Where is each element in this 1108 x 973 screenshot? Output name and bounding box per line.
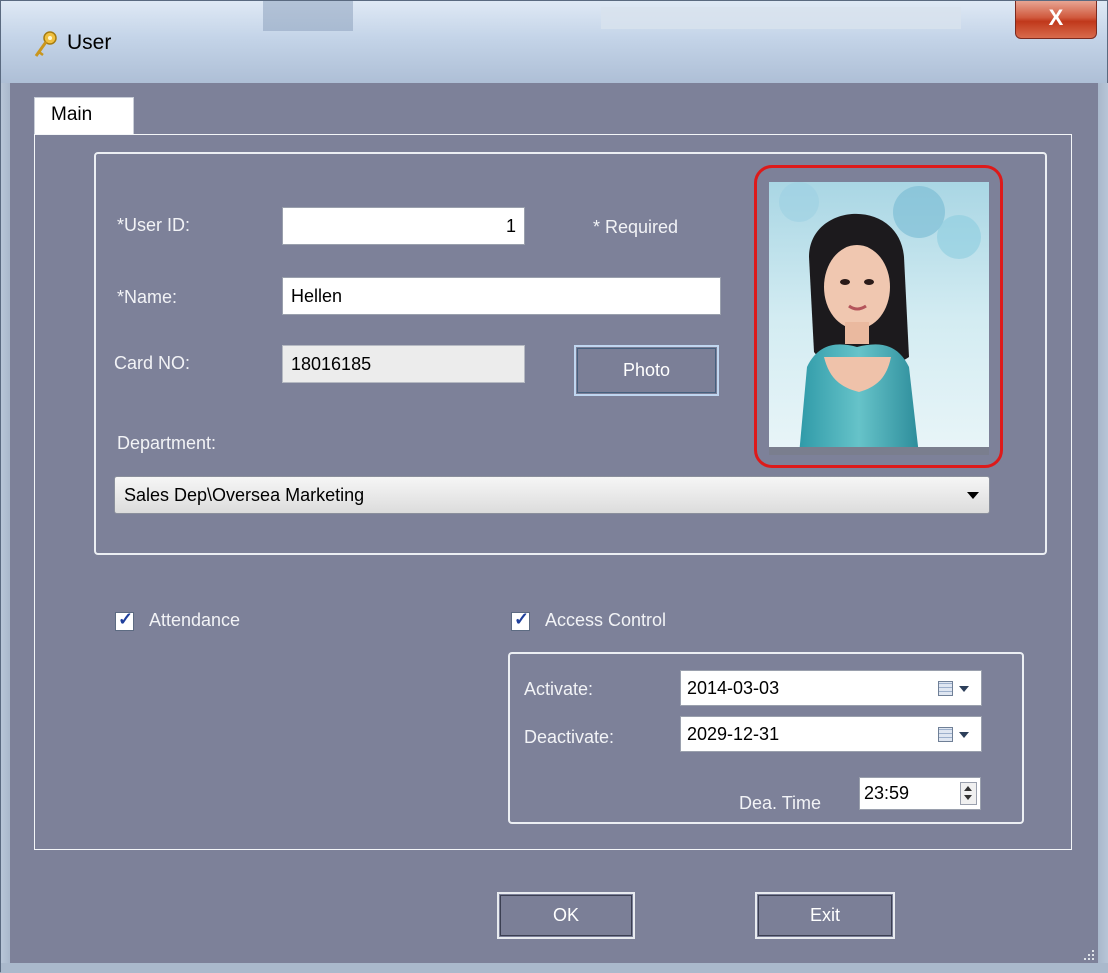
user-id-label: *User ID:	[117, 215, 191, 235]
window-title: User	[67, 31, 112, 54]
spin-updown-button[interactable]	[960, 782, 977, 805]
checkmark-icon: ✓	[514, 609, 530, 629]
required-note: * Required	[593, 217, 679, 237]
user-dialog-window: User X Main *User ID: 1 * Required *Name…	[0, 0, 1108, 973]
title-bar[interactable]: User X	[1, 1, 1107, 83]
arrow-down-icon[interactable]	[964, 795, 972, 800]
resize-grip-icon[interactable]	[1082, 948, 1096, 962]
user-id-input[interactable]: 1	[282, 207, 525, 245]
background-blur	[601, 7, 961, 29]
department-value: Sales Dep\Oversea Marketing	[124, 485, 365, 505]
dea-time-value[interactable]: 23:59	[864, 783, 909, 803]
chevron-down-icon[interactable]	[959, 732, 969, 738]
tab-main[interactable]: Main	[34, 97, 134, 134]
close-button[interactable]: X	[1015, 1, 1097, 39]
attendance-label[interactable]: Attendance	[149, 610, 240, 631]
department-select[interactable]: Sales Dep\Oversea Marketing	[114, 476, 990, 514]
chevron-down-icon[interactable]	[959, 686, 969, 692]
exit-button[interactable]: Exit	[755, 892, 895, 939]
card-no-label: Card NO:	[114, 353, 191, 373]
activate-label: Activate:	[524, 679, 594, 699]
attendance-checkbox[interactable]: ✓	[115, 609, 134, 631]
calendar-icon[interactable]	[938, 727, 953, 742]
background-blur	[263, 1, 353, 31]
dea-time-label: Dea. Time	[739, 793, 822, 813]
arrow-up-icon[interactable]	[964, 786, 972, 791]
calendar-icon[interactable]	[938, 681, 953, 696]
window-frame-right	[1098, 83, 1108, 973]
activate-date-value: 2014-03-03	[687, 678, 780, 698]
deactivate-date-value: 2029-12-31	[687, 724, 780, 744]
dropdown-arrow-icon[interactable]	[967, 492, 979, 499]
name-input[interactable]: Hellen	[282, 277, 721, 315]
name-label: *Name:	[117, 287, 178, 307]
department-label: Department:	[117, 433, 217, 453]
dea-time-spinner[interactable]: 23:59	[859, 777, 981, 810]
access-control-label[interactable]: Access Control	[545, 610, 666, 631]
card-no-field: 18016185	[282, 345, 525, 383]
deactivate-label: Deactivate:	[524, 727, 615, 747]
window-frame-left	[1, 83, 10, 973]
photo-button[interactable]: Photo	[574, 345, 719, 396]
activate-date-picker[interactable]: 2014-03-03	[680, 670, 982, 706]
deactivate-date-picker[interactable]: 2029-12-31	[680, 716, 982, 752]
user-photo	[769, 182, 989, 455]
ok-button[interactable]: OK	[497, 892, 635, 939]
checkmark-icon: ✓	[118, 609, 134, 629]
key-user-icon	[34, 31, 57, 57]
access-control-checkbox[interactable]: ✓	[511, 609, 530, 631]
